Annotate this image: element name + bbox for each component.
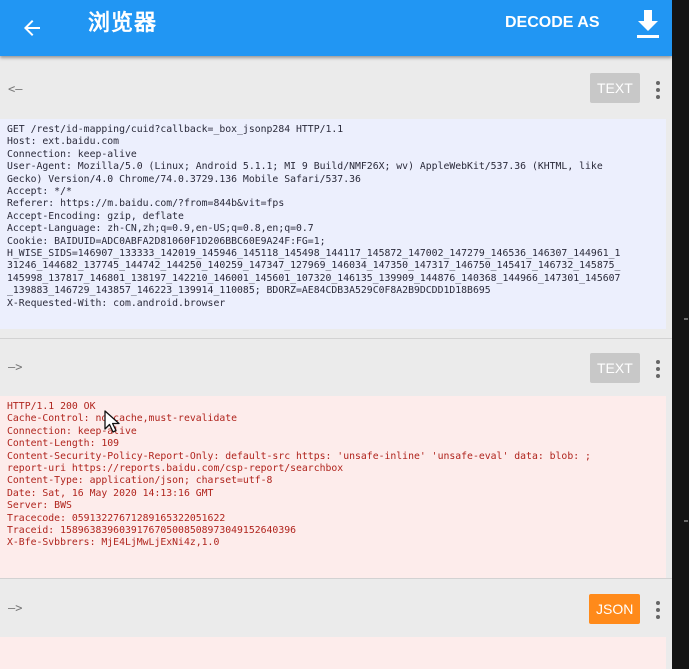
raw-text-line: Date: Sat, 16 May 2020 14:13:16 GMT bbox=[7, 487, 214, 499]
decode-as-button[interactable]: DECODE AS bbox=[505, 12, 600, 34]
raw-text-line: Content-Security-Policy-Report-Only: def… bbox=[7, 450, 591, 462]
download-button[interactable] bbox=[628, 6, 668, 42]
back-button[interactable] bbox=[14, 10, 50, 46]
raw-text-line: X-Bfe-Svbbrers: MjE4LjMwLjExNi4z,1.0 bbox=[7, 537, 220, 549]
response-header: —> TEXT bbox=[0, 338, 672, 398]
response-body-direction-label: —> bbox=[8, 601, 23, 615]
request-raw-text: GET /rest/id-mapping/cuid?callback=_box_… bbox=[0, 119, 666, 329]
response-section: —> TEXT HTTP/1.1 200 OK Cache-Control: no… bbox=[0, 338, 672, 578]
response-body-text bbox=[0, 637, 666, 669]
response-direction-label: —> bbox=[8, 360, 23, 374]
raw-text-line: Content-Length: 109 bbox=[7, 438, 120, 450]
raw-text-line: Accept: */* bbox=[7, 186, 72, 198]
download-icon bbox=[637, 10, 659, 38]
app-bar: 浏览器 DECODE AS bbox=[0, 0, 672, 56]
raw-text-line: report-uri https://reports.baidu.com/csp… bbox=[7, 463, 344, 475]
raw-text-line: H_WISE_SIDS=146907_133333_142019_145946_… bbox=[7, 248, 621, 260]
raw-text-line: GET /rest/id-mapping/cuid?callback=_box_… bbox=[7, 124, 344, 135]
raw-text-line: _139883_146729_143857_146223_139914_1100… bbox=[7, 285, 491, 297]
mouse-cursor-icon bbox=[104, 410, 120, 433]
response-type-badge[interactable]: TEXT bbox=[590, 353, 640, 383]
raw-text-line: Host: ext.baidu.com bbox=[7, 136, 120, 148]
response-more-icon[interactable] bbox=[650, 359, 666, 379]
proxy-session-detail-screen: 浏览器 DECODE AS <— TEXT GET /rest/id-mappi… bbox=[0, 0, 672, 669]
raw-text-line: 145998_137817_146801_138197_142210_14600… bbox=[7, 272, 621, 284]
window-edge bbox=[672, 0, 689, 669]
response-raw-text: HTTP/1.1 200 OK Cache-Control: no-cache,m… bbox=[0, 396, 666, 578]
raw-text-line: Gecko) Version/4.0 Chrome/74.0.3729.136 … bbox=[7, 173, 361, 185]
raw-text-line: Traceid: 1589638396039176705008508973049… bbox=[7, 525, 297, 537]
raw-text-line: Accept-Encoding: gzip, deflate bbox=[7, 210, 184, 222]
response-body-type-badge[interactable]: JSON bbox=[589, 594, 641, 624]
raw-text-line: User-Agent: Mozilla/5.0 (Linux; Android … bbox=[7, 161, 603, 173]
request-header: <— TEXT bbox=[0, 56, 672, 116]
raw-text-line: X-Requested-With: com.android.browser bbox=[7, 297, 226, 309]
response-body-section: —> JSON bbox=[0, 579, 672, 669]
request-type-badge[interactable]: TEXT bbox=[590, 73, 640, 103]
response-body-header: —> JSON bbox=[0, 579, 672, 639]
raw-text-line: Tracecode: 05913227671289165322051622 bbox=[7, 512, 226, 524]
request-section: <— TEXT GET /rest/id-mapping/cuid?callba… bbox=[0, 56, 672, 340]
raw-text-line: Connection: keep-alive bbox=[7, 148, 137, 160]
raw-text-line: Content-Type: application/json; charset=… bbox=[7, 475, 273, 487]
request-more-icon[interactable] bbox=[650, 80, 666, 100]
response-body-more-icon[interactable] bbox=[650, 600, 666, 620]
request-direction-label: <— bbox=[8, 82, 23, 96]
raw-text-line: Server: BWS bbox=[7, 500, 72, 512]
raw-text-line: Cookie: BAIDUID=ADC0ABFA2D81060F1D206BBC… bbox=[7, 235, 326, 247]
page-title: 浏览器 bbox=[88, 11, 158, 36]
raw-text-line: Referer: https://m.baidu.com/?from=844b&… bbox=[7, 198, 285, 210]
arrow-left-icon bbox=[24, 20, 40, 36]
raw-text-line: 31246_144682_137745_144742_144250_140259… bbox=[7, 260, 621, 272]
raw-text-line: Accept-Language: zh-CN,zh;q=0.9,en-US;q=… bbox=[7, 223, 314, 235]
